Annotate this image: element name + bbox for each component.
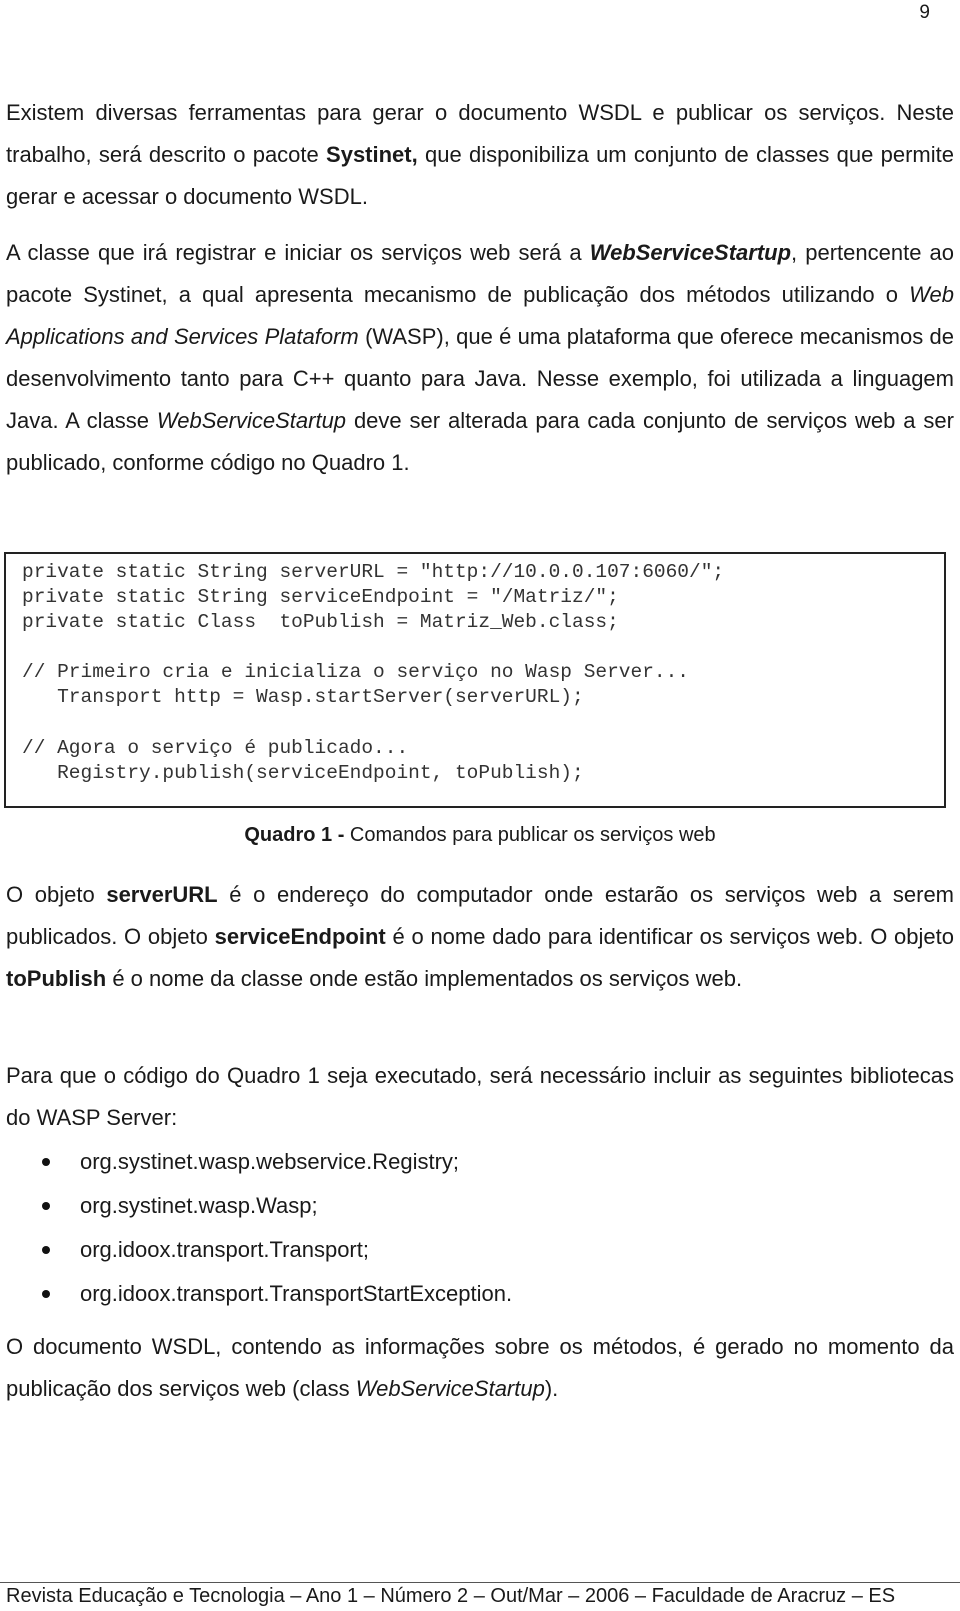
code-line: // Agora o serviço é publicado...	[22, 737, 409, 759]
code-line: private static Class toPublish = Matriz_…	[22, 611, 619, 633]
page-number: 9	[919, 2, 930, 23]
text: O objeto	[6, 882, 107, 907]
list-item: org.systinet.wasp.webservice.Registry;	[0, 1140, 512, 1184]
bold-italic-term: WebServiceStartup	[589, 240, 792, 265]
code-line: Transport http = Wasp.startServer(server…	[22, 686, 584, 708]
code-block: private static String serverURL = "http:…	[4, 552, 946, 808]
code-line: Registry.publish(serviceEndpoint, toPubl…	[22, 762, 584, 784]
bold-term: toPublish	[6, 966, 107, 991]
paragraph-wsdl: O documento WSDL, contendo as informaçõe…	[6, 1326, 954, 1410]
library-name: org.idoox.transport.TransportStartExcept…	[80, 1281, 513, 1306]
list-item: org.idoox.transport.Transport;	[0, 1228, 512, 1272]
bold-term: serverURL	[106, 882, 218, 907]
text: é o nome dado para identificar os serviç…	[385, 924, 954, 949]
bold-term: serviceEndpoint	[214, 924, 386, 949]
bullet-icon	[42, 1202, 50, 1210]
bullet-icon	[42, 1290, 50, 1298]
italic-term: WebServiceStartup	[156, 408, 347, 433]
library-name: org.systinet.wasp.Wasp;	[80, 1193, 318, 1218]
bullet-icon	[42, 1246, 50, 1254]
caption-text: Comandos para publicar os serviços web	[344, 824, 716, 846]
text: A classe que irá registrar e iniciar os …	[6, 240, 590, 265]
list-item: org.systinet.wasp.Wasp;	[0, 1184, 512, 1228]
paragraph-webservicestartup: A classe que irá registrar e iniciar os …	[6, 232, 954, 484]
italic-term: WebServiceStartup	[355, 1376, 545, 1401]
paragraph-objects: O objeto serverURL é o endereço do compu…	[6, 874, 954, 1000]
library-name: org.idoox.transport.Transport;	[80, 1237, 369, 1262]
text: é o nome da classe onde estão implementa…	[106, 966, 743, 991]
text: ).	[544, 1376, 559, 1401]
page-footer: Revista Educação e Tecnologia – Ano 1 – …	[6, 1585, 896, 1607]
library-list: org.systinet.wasp.webservice.Registry; o…	[0, 1140, 512, 1316]
list-item: org.idoox.transport.TransportStartExcept…	[0, 1272, 512, 1316]
caption-label: Quadro 1 -	[244, 824, 345, 846]
figure-caption: Quadro 1 - Comandos para publicar os ser…	[0, 824, 960, 847]
code-line: // Primeiro cria e inicializa o serviço …	[22, 661, 690, 683]
code-line: private static String serverURL = "http:…	[22, 561, 725, 583]
footer-divider	[0, 1582, 960, 1583]
code-line: private static String serviceEndpoint = …	[22, 586, 619, 608]
paragraph-intro: Existem diversas ferramentas para gerar …	[6, 92, 954, 218]
bold-term: Systinet,	[326, 142, 418, 167]
library-name: org.systinet.wasp.webservice.Registry;	[80, 1149, 460, 1174]
paragraph-libraries-intro: Para que o código do Quadro 1 seja execu…	[6, 1063, 954, 1130]
bullet-icon	[42, 1158, 50, 1166]
